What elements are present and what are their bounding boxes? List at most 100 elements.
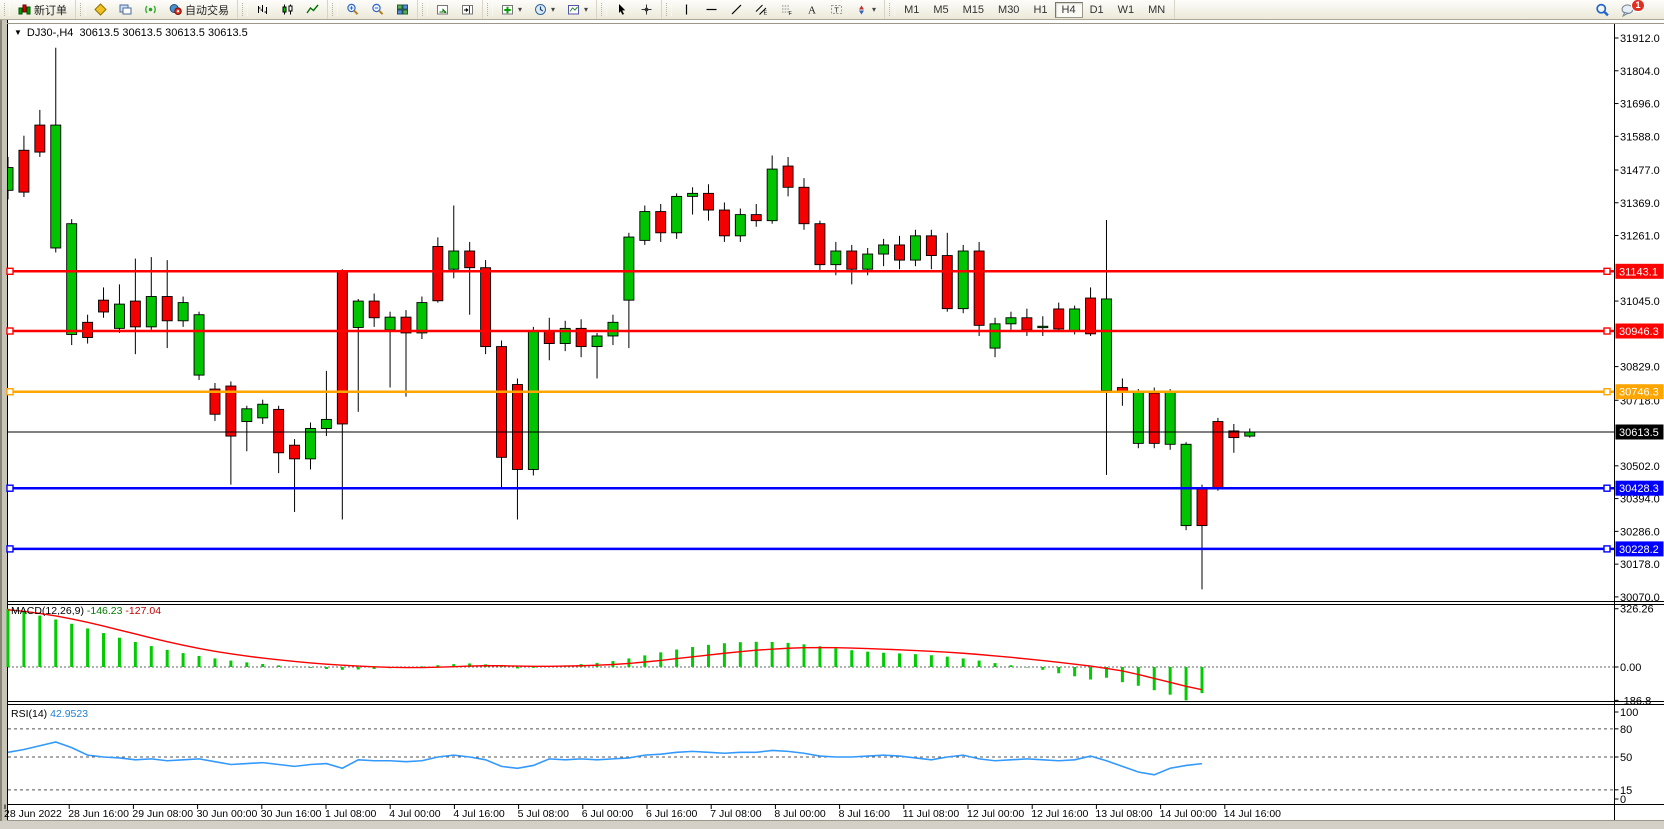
candle-body[interactable] — [481, 268, 491, 347]
candle-body[interactable] — [258, 404, 268, 418]
candle-body[interactable] — [942, 256, 952, 309]
candle-body[interactable] — [130, 301, 140, 327]
candle-body[interactable] — [1149, 393, 1159, 443]
candle-body[interactable] — [1070, 309, 1080, 331]
candle-body[interactable] — [1006, 318, 1016, 324]
text-label-button[interactable]: T — [825, 1, 848, 18]
toolbar-grip[interactable] — [666, 3, 672, 16]
candle-body[interactable] — [608, 322, 618, 336]
candle-body[interactable] — [449, 251, 459, 269]
candle-body[interactable] — [592, 336, 602, 347]
candle-body[interactable] — [1101, 299, 1111, 391]
candle-body[interactable] — [353, 301, 363, 327]
candle-body[interactable] — [528, 331, 538, 469]
candle-body[interactable] — [799, 187, 809, 223]
toolbar-grip[interactable] — [601, 3, 607, 16]
toolbar-grip[interactable] — [422, 3, 428, 16]
crosshair-button[interactable] — [635, 1, 658, 18]
toolbar-grip[interactable] — [332, 3, 338, 16]
candle-body[interactable] — [305, 429, 315, 459]
line-handle[interactable] — [1604, 328, 1610, 334]
candle-body[interactable] — [815, 224, 825, 265]
line-handle[interactable] — [1604, 546, 1610, 552]
fibonacci-button[interactable]: F — [775, 1, 798, 18]
line-handle[interactable] — [7, 389, 13, 395]
timeframe-m5-button[interactable]: M5 — [926, 2, 955, 18]
line-handle[interactable] — [7, 268, 13, 274]
chart-profile-button[interactable] — [89, 1, 112, 18]
periods-button[interactable]: ▾ — [529, 1, 560, 18]
candle-body[interactable] — [990, 324, 1000, 348]
dropdown-caret-icon[interactable]: ▾ — [872, 5, 876, 14]
auto-scroll-button[interactable] — [431, 1, 454, 18]
timeframe-d1-button[interactable]: D1 — [1083, 2, 1111, 18]
candle-body[interactable] — [385, 317, 395, 330]
timeframe-m30-button[interactable]: M30 — [991, 2, 1026, 18]
candle-body[interactable] — [751, 215, 761, 221]
cursor-button[interactable] — [610, 1, 633, 18]
line-handle[interactable] — [7, 328, 13, 334]
line-handle[interactable] — [1604, 268, 1610, 274]
candle-body[interactable] — [1133, 392, 1143, 443]
chevron-down-icon[interactable]: ▼ — [14, 28, 22, 37]
candles-chart-button[interactable] — [276, 1, 299, 18]
candle-body[interactable] — [67, 224, 77, 335]
dropdown-caret-icon[interactable]: ▾ — [584, 5, 588, 14]
candle-body[interactable] — [735, 215, 745, 236]
candle-body[interactable] — [863, 254, 873, 269]
candle-body[interactable] — [640, 212, 650, 241]
indicators-button[interactable]: ▾ — [496, 1, 527, 18]
candle-body[interactable] — [624, 237, 634, 300]
timeframe-w1-button[interactable]: W1 — [1111, 2, 1142, 18]
candle-body[interactable] — [226, 386, 236, 436]
chart-shift-button[interactable] — [456, 1, 479, 18]
zoom-in-button[interactable] — [341, 1, 364, 18]
candle-body[interactable] — [719, 210, 729, 236]
timeframe-m15-button[interactable]: M15 — [956, 2, 991, 18]
candle-body[interactable] — [910, 236, 920, 260]
timeframe-h1-button[interactable]: H1 — [1026, 2, 1054, 18]
candle-body[interactable] — [1086, 298, 1096, 334]
candle-body[interactable] — [672, 196, 682, 232]
window-layout-button[interactable] — [114, 1, 137, 18]
candle-body[interactable] — [417, 303, 427, 333]
zoom-out-button[interactable] — [366, 1, 389, 18]
candle-body[interactable] — [703, 193, 713, 210]
search-button[interactable] — [1590, 1, 1614, 19]
timeframe-mn-button[interactable]: MN — [1141, 2, 1172, 18]
dropdown-caret-icon[interactable]: ▾ — [518, 5, 522, 14]
timeframe-m1-button[interactable]: M1 — [897, 2, 926, 18]
templates-button[interactable]: ▾ — [562, 1, 593, 18]
line-handle[interactable] — [7, 485, 13, 491]
candle-body[interactable] — [767, 169, 777, 221]
toolbar-grip[interactable] — [4, 3, 10, 16]
signals-button[interactable] — [139, 1, 162, 18]
candle-body[interactable] — [321, 419, 331, 428]
candle-body[interactable] — [51, 125, 61, 248]
candle-body[interactable] — [497, 347, 507, 458]
chat-button[interactable]: 1 — [1616, 1, 1657, 19]
candle-body[interactable] — [544, 331, 554, 343]
candle-body[interactable] — [178, 303, 188, 321]
toolbar-grip[interactable] — [487, 3, 493, 16]
candle-body[interactable] — [974, 251, 984, 325]
trendline-button[interactable] — [725, 1, 748, 18]
line-handle[interactable] — [7, 546, 13, 552]
candle-body[interactable] — [290, 445, 300, 459]
candle-body[interactable] — [958, 251, 968, 309]
candle-body[interactable] — [1022, 318, 1032, 330]
candle-body[interactable] — [895, 245, 905, 260]
candle-body[interactable] — [146, 297, 156, 327]
candle-body[interactable] — [465, 251, 475, 268]
line-chart-button[interactable] — [301, 1, 324, 18]
candle-body[interactable] — [114, 304, 124, 328]
candle-body[interactable] — [1181, 444, 1191, 525]
auto-trading-button[interactable]: 自动交易 — [164, 0, 234, 20]
toolbar-grip[interactable] — [80, 3, 86, 16]
candle-body[interactable] — [369, 301, 379, 318]
bars-chart-button[interactable] — [251, 1, 274, 18]
line-handle[interactable] — [1604, 389, 1610, 395]
candle-body[interactable] — [783, 166, 793, 187]
candle-body[interactable] — [656, 212, 666, 233]
toolbar-grip[interactable] — [889, 3, 895, 16]
